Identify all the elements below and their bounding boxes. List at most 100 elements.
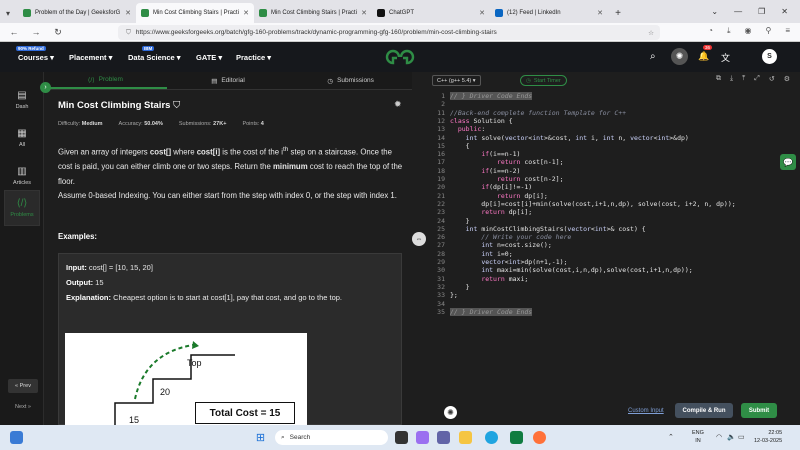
excel-icon[interactable] (510, 431, 523, 444)
problem-description: Given an array of integers cost[] where … (58, 146, 403, 201)
rail-item-dash[interactable]: ▤ Dash (4, 82, 40, 118)
tab-favicon-icon (259, 9, 267, 17)
tab-list-icon[interactable]: ▾ (4, 3, 12, 23)
prev-button[interactable]: « Prev (8, 379, 38, 393)
close-tab-icon[interactable]: ✕ (597, 9, 603, 17)
difficulty-value: Medium (81, 121, 103, 127)
volume-icon[interactable]: 🔈 (727, 433, 736, 441)
new-tab-button[interactable]: + (608, 3, 628, 23)
copilot-icon[interactable] (416, 431, 429, 444)
theme-icon[interactable]: ✺ (444, 406, 457, 419)
forward-icon[interactable]: → (28, 27, 44, 37)
tab-title: Min Cost Climbing Stairs | Practi (153, 10, 239, 16)
task-view-icon[interactable] (395, 431, 408, 444)
code-line: int minCostClimbingStairs(vector<int>& c… (465, 224, 646, 233)
search-icon: ⌕ (281, 433, 285, 441)
clock[interactable]: 22:05 12-03-2025 (754, 429, 782, 445)
line-number: 18 (437, 166, 445, 175)
downloads-icon[interactable]: ⤓ (727, 26, 731, 36)
download-icon[interactable]: ⤓ (730, 75, 733, 83)
browser-tab[interactable]: ChatGPT ✕ (372, 3, 490, 23)
line-number: 19 (437, 175, 445, 183)
browser-tab[interactable]: Problem of the Day | GeeksforG ✕ (18, 3, 136, 23)
language-select[interactable]: C++ (g++ 5.4) ▾ (432, 75, 481, 86)
bookmark-star-icon[interactable]: ☆ (648, 29, 654, 37)
language-indicator[interactable]: ENG IN (692, 429, 704, 445)
wifi-icon[interactable]: ◠ (716, 433, 722, 441)
tab-submissions[interactable]: ◷ Submissions (289, 72, 412, 89)
bookmark-icon[interactable]: ⛉ (173, 100, 180, 111)
search-icon[interactable]: ⌕ (650, 51, 656, 62)
close-tab-icon[interactable]: ✕ (361, 9, 367, 17)
battery-icon[interactable]: ▭ (738, 433, 745, 441)
code-line: return dp[i]; (496, 191, 548, 200)
code-line: // Write your code here (450, 233, 572, 242)
menu-data-science[interactable]: Data Science ▾ (128, 53, 181, 62)
menu-icon[interactable]: ≡ (785, 26, 790, 36)
panel-splitter[interactable]: ⇔ (412, 72, 428, 425)
code-icon: ⟨/⟩ (87, 76, 95, 84)
tab-problem[interactable]: ⟨/⟩ Problem (44, 72, 167, 89)
rail-item-problems[interactable]: ⟨/⟩ Problems (4, 190, 40, 226)
start-timer-button[interactable]: ◷ Start Timer (520, 75, 567, 86)
minimize-icon[interactable]: — (734, 7, 742, 16)
tab-overflow-icon[interactable]: ⌄ (711, 7, 718, 16)
code-area[interactable]: 1 // } Driver Code Ends 2 11 //Back-end comp… (428, 90, 800, 390)
tray-chevron-icon[interactable]: ⌃ (668, 433, 674, 441)
submit-button[interactable]: Submit (741, 403, 777, 418)
notification-bell-icon[interactable]: 🔔 (698, 51, 709, 62)
browser-tab[interactable]: Min Cost Climbing Stairs | Practi ✕ (254, 3, 372, 23)
line-number: 17 (437, 158, 445, 167)
bug-report-icon[interactable]: ✹ (394, 99, 402, 110)
close-tab-icon[interactable]: ✕ (243, 9, 249, 17)
back-icon[interactable]: ← (6, 27, 22, 37)
browser-tab[interactable]: (12) Feed | LinkedIn ✕ (490, 3, 608, 23)
rail-item-articles[interactable]: ▥ Articles (4, 158, 40, 194)
taskbar-search[interactable]: ⌕ Search (275, 430, 388, 445)
close-tab-icon[interactable]: ✕ (479, 9, 485, 17)
tab-title: ChatGPT (389, 10, 415, 16)
tab-editorial[interactable]: ▤ Editorial (167, 72, 290, 89)
menu-gate[interactable]: GATE ▾ (196, 53, 222, 62)
theme-toggle-icon[interactable]: ✺ (671, 48, 688, 65)
firefox-icon[interactable] (533, 431, 546, 444)
windows-start-icon[interactable]: ⊞ (254, 431, 267, 444)
menu-practice[interactable]: Practice ▾ (236, 53, 271, 62)
menu-courses[interactable]: Courses ▾ (18, 53, 54, 62)
next-button[interactable]: Next » (8, 400, 38, 414)
file-explorer-icon[interactable] (459, 431, 472, 444)
custom-input-link[interactable]: Custom Input (628, 408, 664, 414)
resize-handle-icon[interactable]: ⇔ (412, 232, 426, 246)
line-number: 27 (437, 241, 445, 250)
page-info-icon[interactable]: ⛉ (126, 29, 131, 37)
pocket-icon[interactable]: ◔ (708, 26, 713, 36)
translate-icon[interactable]: 文 (721, 51, 730, 64)
reload-icon[interactable]: ↻ (50, 27, 66, 38)
code-line: int maxi=min(solve(cost,i,n,dp),solve(co… (481, 266, 693, 275)
extensions-icon[interactable]: ⚲ (765, 26, 771, 36)
copy-icon[interactable]: ⧉ (716, 75, 721, 83)
address-bar[interactable]: ⛉ https://www.geeksforgeeks.org/batch/gf… (118, 25, 660, 40)
line-number: 24 (437, 216, 445, 225)
expand-rail-icon[interactable]: › (40, 82, 51, 93)
compile-run-button[interactable]: Compile & Run (675, 403, 733, 418)
rail-item-all[interactable]: ▦ All (4, 120, 40, 156)
widgets-icon[interactable] (10, 431, 23, 444)
points-value: 4 (260, 121, 264, 127)
account-icon[interactable]: ◉ (744, 26, 751, 36)
fullscreen-icon[interactable]: ⤢ (754, 75, 760, 83)
close-window-icon[interactable]: ✕ (781, 7, 788, 16)
code-line: // } Driver Code Ends (450, 307, 533, 317)
browser-tab[interactable]: Min Cost Climbing Stairs | Practi ✕ (136, 3, 254, 23)
avatar[interactable]: S (762, 49, 777, 64)
teams-icon[interactable] (437, 431, 450, 444)
restore-icon[interactable]: ❐ (758, 7, 765, 16)
settings-icon[interactable]: ⚙ (784, 75, 790, 83)
upload-icon[interactable]: ⤒ (742, 75, 745, 83)
menu-placement[interactable]: Placement ▾ (69, 53, 112, 62)
gfg-logo[interactable] (384, 49, 416, 65)
edge-icon[interactable] (485, 431, 498, 444)
close-tab-icon[interactable]: ✕ (125, 9, 131, 17)
chat-icon[interactable]: 💬 (780, 154, 796, 170)
reset-code-icon[interactable]: ↺ (769, 75, 775, 83)
